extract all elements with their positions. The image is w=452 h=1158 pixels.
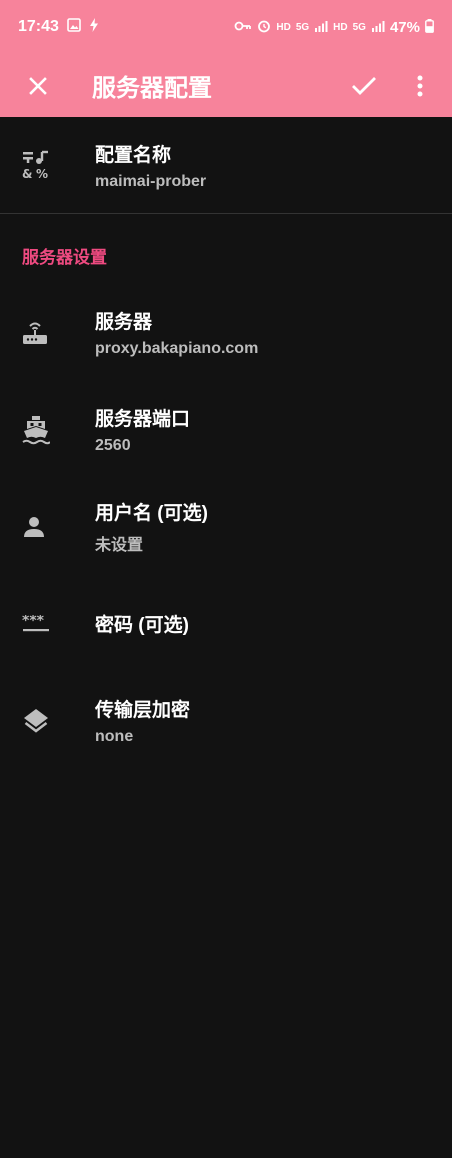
flash-icon bbox=[89, 18, 99, 36]
svg-text:%: % bbox=[36, 167, 48, 180]
close-icon[interactable] bbox=[20, 68, 56, 104]
network-label-4: 5G bbox=[352, 21, 366, 33]
key-icon bbox=[234, 20, 252, 35]
battery-icon bbox=[425, 18, 434, 36]
password-item[interactable]: *** 密码 (可选) bbox=[0, 575, 452, 672]
signal-icon bbox=[371, 20, 385, 35]
server-port-value: 2560 bbox=[95, 437, 131, 454]
username-item[interactable]: 用户名 (可选) 未设置 bbox=[0, 478, 452, 575]
svg-text:***: *** bbox=[22, 615, 45, 629]
ship-icon bbox=[0, 415, 95, 445]
password-icon: *** bbox=[0, 615, 95, 633]
status-time: 17:43 bbox=[18, 18, 59, 35]
password-title: 密码 (可选) bbox=[95, 615, 189, 636]
config-name-value: maimai-prober bbox=[95, 172, 207, 190]
alarm-icon bbox=[257, 19, 271, 36]
network-label-1: HD bbox=[276, 21, 291, 33]
server-value: proxy.bakapiano.com bbox=[95, 340, 259, 357]
server-title: 服务器 bbox=[95, 312, 153, 333]
server-item[interactable]: 服务器 proxy.bakapiano.com bbox=[0, 284, 452, 381]
svg-text:&: & bbox=[22, 167, 32, 180]
network-label-3: HD bbox=[333, 21, 348, 33]
gallery-icon bbox=[67, 18, 81, 36]
server-port-title: 服务器端口 bbox=[95, 409, 191, 430]
username-value: 未设置 bbox=[95, 537, 144, 554]
tls-item[interactable]: 传输层加密 none bbox=[0, 672, 452, 769]
app-bar: 服务器配置 bbox=[0, 54, 452, 117]
person-icon bbox=[0, 515, 95, 539]
signal-icon bbox=[314, 20, 328, 35]
page-title: 服务器配置 bbox=[92, 75, 212, 102]
network-label-2: 5G bbox=[295, 21, 310, 33]
layers-icon bbox=[0, 707, 95, 735]
router-icon bbox=[0, 320, 95, 346]
symbols-icon: & % bbox=[0, 150, 95, 180]
status-bar: 17:43 HD 5G HD 5G 47% bbox=[0, 0, 452, 54]
config-name-item[interactable]: & % 配置名称 maimai-prober bbox=[0, 117, 452, 214]
config-name-title: 配置名称 bbox=[95, 144, 172, 166]
tls-value: none bbox=[95, 728, 134, 745]
section-header: 服务器设置 bbox=[22, 248, 107, 267]
server-port-item[interactable]: 服务器端口 2560 bbox=[0, 381, 452, 478]
battery-percent: 47% bbox=[389, 18, 420, 36]
more-vert-icon[interactable] bbox=[402, 68, 438, 104]
tls-title: 传输层加密 bbox=[95, 700, 191, 721]
username-title: 用户名 (可选) bbox=[95, 503, 208, 524]
check-icon[interactable] bbox=[346, 68, 382, 104]
